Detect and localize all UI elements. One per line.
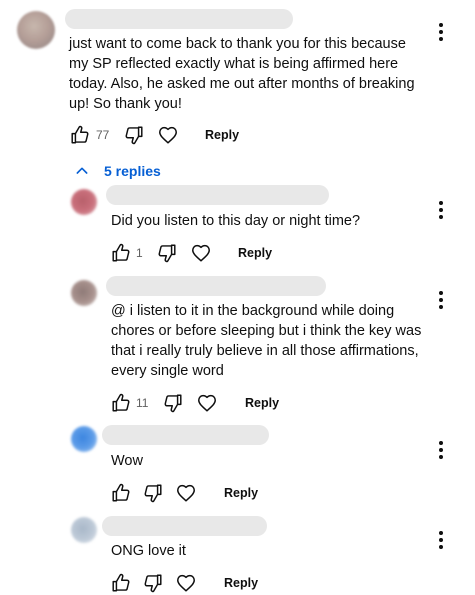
comment-text-line: today. Also, he asked me out after month… <box>69 76 415 92</box>
more-options-icon[interactable] <box>439 201 443 219</box>
reply-actions: Reply <box>110 481 310 505</box>
like-count: 11 <box>136 396 149 410</box>
reply-button[interactable]: Reply <box>238 241 272 265</box>
reply-button[interactable]: Reply <box>224 481 258 505</box>
reply-button[interactable]: Reply <box>224 571 258 595</box>
avatar[interactable] <box>17 11 55 49</box>
thumb-down-icon[interactable] <box>142 572 164 594</box>
author-name-redacted[interactable] <box>102 425 269 445</box>
reply-text-line: @ i listen to it in the background while… <box>111 303 395 319</box>
comment-text: just want to come back to thank you for … <box>69 34 415 114</box>
heart-icon[interactable] <box>196 392 218 414</box>
reply-text-line: every single word <box>111 363 224 379</box>
avatar[interactable] <box>71 280 97 306</box>
reply-text-line: that i really truly believe in all those… <box>111 343 419 359</box>
thumb-down-icon[interactable] <box>142 482 164 504</box>
replies-count-label: 5 replies <box>104 163 161 179</box>
reply-button[interactable]: Reply <box>205 123 239 147</box>
reply-text-line: chores or before sleeping but i think th… <box>111 323 422 339</box>
view-replies-button[interactable]: 5 replies <box>74 159 194 183</box>
heart-icon[interactable] <box>175 572 197 594</box>
comment-actions: 77 Reply <box>69 123 269 147</box>
comment-text-line: my SP reflected exactly what is being af… <box>69 56 399 72</box>
thumb-up-icon[interactable] <box>110 392 132 414</box>
thumb-up-icon[interactable] <box>110 482 132 504</box>
author-name-redacted[interactable] <box>65 9 293 29</box>
reply-text: Did you listen to this day or night time… <box>111 211 360 231</box>
more-options-icon[interactable] <box>439 291 443 309</box>
thumb-up-icon[interactable] <box>110 242 132 264</box>
like-count: 1 <box>136 246 143 260</box>
more-options-icon[interactable] <box>439 23 443 41</box>
thumb-down-icon[interactable] <box>123 124 145 146</box>
thumb-down-icon[interactable] <box>156 242 178 264</box>
reply-text-line: Wow <box>111 453 143 469</box>
reply-text: @ i listen to it in the background while… <box>111 301 421 381</box>
heart-icon[interactable] <box>175 482 197 504</box>
reply-text-line: ONG love it <box>111 543 186 559</box>
author-name-redacted[interactable] <box>106 276 326 296</box>
thumb-down-icon[interactable] <box>162 392 184 414</box>
avatar[interactable] <box>71 426 97 452</box>
heart-icon[interactable] <box>190 242 212 264</box>
thumb-up-icon[interactable] <box>69 124 91 146</box>
thumb-up-icon[interactable] <box>110 572 132 594</box>
more-options-icon[interactable] <box>439 531 443 549</box>
reply-text: Wow <box>111 451 143 471</box>
chevron-up-icon <box>74 163 90 179</box>
reply-text-line: Did you listen to this day or night time… <box>111 213 361 229</box>
reply-actions: 1 Reply <box>110 241 310 265</box>
reply-text: ONG love it <box>111 541 186 561</box>
avatar[interactable] <box>71 517 97 543</box>
reply-button[interactable]: Reply <box>245 391 279 415</box>
comment-text-line: up! So thank you! <box>69 96 182 112</box>
reply-actions: 11 Reply <box>110 391 310 415</box>
more-options-icon[interactable] <box>439 441 443 459</box>
author-name-redacted[interactable] <box>102 516 267 536</box>
like-count: 77 <box>96 128 110 142</box>
comment-text-line: just want to come back to thank you for … <box>69 36 406 52</box>
author-name-redacted[interactable] <box>106 185 329 205</box>
heart-icon[interactable] <box>157 124 179 146</box>
reply-actions: Reply <box>110 571 310 595</box>
avatar[interactable] <box>71 189 97 215</box>
